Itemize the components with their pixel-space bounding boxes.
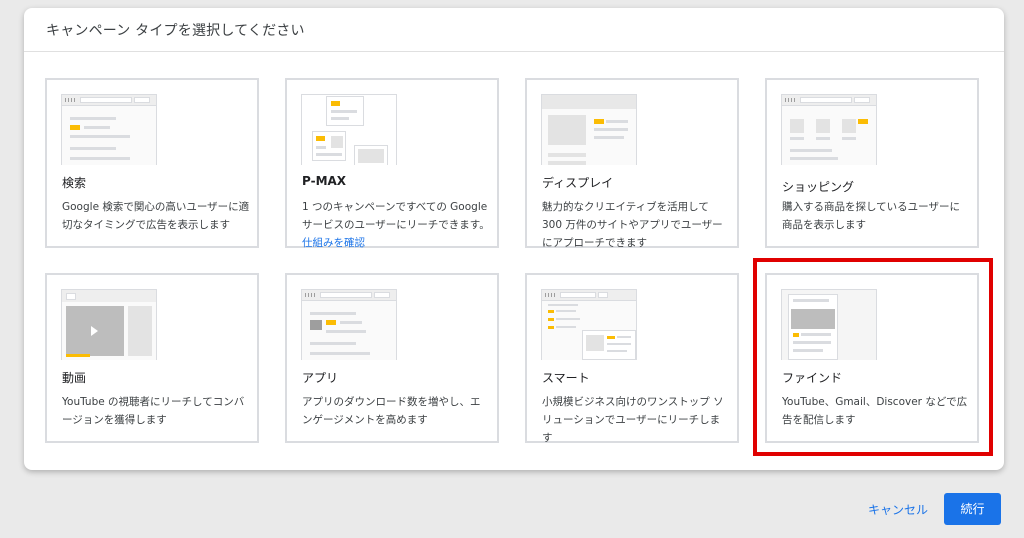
download-icon xyxy=(310,320,322,330)
shopping-ad-illustration xyxy=(781,94,877,165)
card-name: ショッピング xyxy=(782,180,855,194)
card-name: アプリ xyxy=(302,371,339,385)
card-description: YouTube の視聴者にリーチしてコンバージョンを獲得します xyxy=(62,396,245,426)
campaign-card-video[interactable]: 動画 YouTube の視聴者にリーチしてコンバージョンを獲得します xyxy=(45,273,259,443)
discovery-ad-illustration xyxy=(781,289,877,360)
divider xyxy=(24,51,1004,52)
play-icon xyxy=(91,326,98,336)
campaign-card-pmax[interactable]: P-MAX 1 つのキャンペーンですべての Google サービスのユーザーにリ… xyxy=(285,78,499,249)
cancel-button[interactable]: キャンセル xyxy=(858,498,938,522)
campaign-card-app[interactable]: アプリ アプリのダウンロード数を増やし、エンゲージメントを高めます xyxy=(285,273,499,443)
card-description: 購入する商品を探しているユーザーに商品を表示します xyxy=(782,201,960,231)
card-description: アプリのダウンロード数を増やし、エンゲージメントを高めます xyxy=(302,396,481,426)
card-description: 小規模ビジネス向けのワンストップ ソリューションでユーザーにリーチします xyxy=(542,396,724,444)
campaign-card-display[interactable]: ディスプレイ 魅力的なクリエイティブを活用して 300 万件のサイトやアプリでユ… xyxy=(525,78,739,249)
card-name: 検索 xyxy=(62,176,87,190)
display-ad-illustration xyxy=(541,94,637,165)
video-ad-illustration xyxy=(61,289,157,360)
card-name: ディスプレイ xyxy=(542,176,614,190)
campaign-card-discovery[interactable]: ファインド YouTube、Gmail、Discover などで広告を配信します xyxy=(765,273,979,443)
card-description: 魅力的なクリエイティブを活用して 300 万件のサイトやアプリでユーザーにアプロ… xyxy=(542,201,723,249)
continue-button[interactable]: 続行 xyxy=(944,493,1001,525)
card-name: スマート xyxy=(542,371,590,385)
card-description-text: 1 つのキャンペーンですべての Google サービスのユーザーにリーチできます… xyxy=(302,201,490,231)
card-description: 1 つのキャンペーンですべての Google サービスのユーザーにリーチできます… xyxy=(302,198,490,252)
card-description: Google 検索で関心の高いユーザーに適切なタイミングで広告を表示します xyxy=(62,201,250,231)
app-ad-illustration xyxy=(301,289,397,360)
campaign-card-shopping[interactable]: ショッピング 購入する商品を探しているユーザーに商品を表示します xyxy=(765,78,979,248)
dialog-title: キャンペーン タイプを選択してください xyxy=(46,23,305,39)
card-name: ファインド xyxy=(782,371,843,385)
campaign-card-smart[interactable]: スマート 小規模ビジネス向けのワンストップ ソリューションでユーザーにリーチしま… xyxy=(525,273,739,444)
card-name: P-MAX xyxy=(302,174,347,188)
campaign-card-search[interactable]: 検索 Google 検索で関心の高いユーザーに適切なタイミングで広告を表示します xyxy=(45,78,259,248)
card-description: YouTube、Gmail、Discover などで広告を配信します xyxy=(782,396,968,426)
card-name: 動画 xyxy=(62,371,87,385)
learn-more-link[interactable]: 仕組みを確認 xyxy=(302,237,365,249)
pmax-illustration xyxy=(301,94,397,165)
search-ad-illustration xyxy=(61,94,157,165)
smart-ad-illustration xyxy=(541,289,637,360)
